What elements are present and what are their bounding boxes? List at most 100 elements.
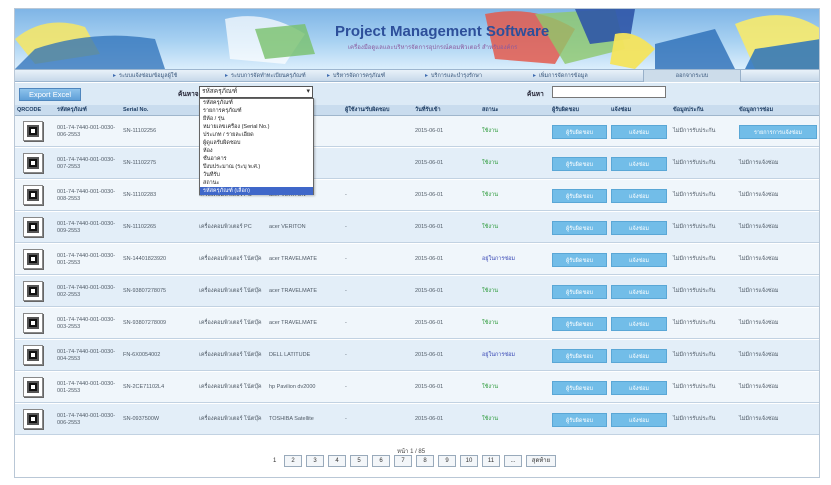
search-by-select[interactable]: รหัสครุภัณฑ์ ▾ (199, 86, 313, 98)
qrcode-icon[interactable] (23, 409, 43, 429)
warranty-info: ไม่มีการรับประกัน (671, 148, 737, 179)
qrcode-icon[interactable] (23, 281, 43, 301)
asset-code: 001-74-7440-001-0030-006-2553 (55, 404, 121, 435)
qrcode-icon[interactable] (23, 153, 43, 173)
repair-request-button[interactable]: แจ้งซ่อม (611, 349, 667, 363)
menu-item-repair-users[interactable]: ▸ ระบบแจ้งซ่อม/ข้อมูลผู้ใช้ (113, 70, 225, 82)
menu-label: บริหารจัดการครุภัณฑ์ (333, 73, 386, 79)
received-date: 2015-06-01 (413, 372, 480, 403)
page-button[interactable]: 10 (460, 455, 478, 467)
received-date-text: 2015-06-01 (415, 352, 444, 358)
asset-type: เครื่องคอมพิวเตอร์ โน้ตบุ๊ค (197, 404, 267, 435)
asset-type-text: เครื่องคอมพิวเตอร์ โน้ตบุ๊ค (199, 288, 262, 294)
serial-number: SN-14401823920 (121, 244, 197, 275)
repair-history-button[interactable]: รายการการแจ้งซ่อม (739, 125, 817, 139)
main-menu: ▸ ระบบแจ้งซ่อม/ข้อมูลผู้ใช้ ▸ ระบบการจัดทำ… (15, 69, 819, 82)
asset-user: - (343, 276, 413, 307)
warranty-info: ไม่มีการรับประกัน (671, 340, 737, 371)
dropdown-option[interactable]: ยี่ห้อ / รุ่น (200, 115, 313, 123)
asset-model: acer TRAVELMATE (267, 244, 343, 275)
dropdown-option[interactable]: รหัสครุภัณฑ์ (200, 99, 313, 107)
repair-request-button[interactable]: แจ้งซ่อม (611, 221, 667, 235)
page-button[interactable]: 4 (328, 455, 346, 467)
qrcode-icon[interactable] (23, 217, 43, 237)
qrcode-icon[interactable] (23, 185, 43, 205)
qrcode-icon[interactable] (23, 249, 43, 269)
table-row: 001-74-7440-001-0030-001-2553 SN-2CE71102… (15, 372, 819, 403)
asset-code-text: 001-74-7440-001-0030-008-2553 (57, 188, 116, 202)
dropdown-option[interactable]: วันที่รับ (200, 171, 313, 179)
page-button[interactable]: 8 (416, 455, 434, 467)
warranty-info: ไม่มีการรับประกัน (671, 404, 737, 435)
header-banner: Project Management Software เครื่องมือดู… (15, 9, 819, 69)
status-text: ใช้งาน (482, 224, 498, 230)
export-excel-button[interactable]: Export Excel (19, 88, 81, 101)
dropdown-option[interactable]: ห้อง (200, 147, 313, 155)
owner-button[interactable]: ผู้รับผิดชอบ (552, 253, 607, 267)
owner-button[interactable]: ผู้รับผิดชอบ (552, 125, 607, 139)
repair-request-button[interactable]: แจ้งซ่อม (611, 157, 667, 171)
menu-item-asset-management[interactable]: ▸ บริหารจัดการครุภัณฑ์ (327, 70, 425, 82)
owner-button[interactable]: ผู้รับผิดชอบ (552, 413, 607, 427)
menu-label: ระบบการจัดทำทะเบียนครุภัณฑ์ (231, 73, 306, 79)
asset-model: hp Pavilion dv2000 (267, 372, 343, 403)
repair-request-button[interactable]: แจ้งซ่อม (611, 189, 667, 203)
repair-request-button[interactable]: แจ้งซ่อม (611, 381, 667, 395)
table-row: 001-74-7440-001-0030-006-2553 SN-0937500W… (15, 404, 819, 435)
repair-request-button[interactable]: แจ้งซ่อม (611, 413, 667, 427)
repair-request-button[interactable]: แจ้งซ่อม (611, 317, 667, 331)
dropdown-option[interactable]: ปีงบประมาณ (ระบุ พ.ศ.) (200, 163, 313, 171)
warranty-info: ไม่มีการรับประกัน (671, 212, 737, 243)
dropdown-option[interactable]: ผู้ดูแลรับผิดชอบ (200, 139, 313, 147)
dropdown-option[interactable]: ประเภท / รายละเอียด (200, 131, 313, 139)
owner-button[interactable]: ผู้รับผิดชอบ (552, 221, 607, 235)
qrcode-icon[interactable] (23, 121, 43, 141)
status-text: อยู่ในการซ่อม (482, 352, 516, 358)
owner-button[interactable]: ผู้รับผิดชอบ (552, 157, 607, 171)
asset-user: - (343, 404, 413, 435)
page-button[interactable]: 2 (284, 455, 302, 467)
page-button[interactable]: 5 (350, 455, 368, 467)
repair-request-button[interactable]: แจ้งซ่อม (611, 125, 667, 139)
page-button[interactable]: ... (504, 455, 522, 467)
dropdown-option[interactable]: รหัสครุภัณฑ์ (เลือก) (200, 187, 313, 195)
page-current: 1 (273, 458, 277, 464)
asset-user: - (343, 180, 413, 211)
search-input[interactable] (552, 86, 666, 98)
page-button[interactable]: 9 (438, 455, 456, 467)
dropdown-option[interactable]: รายการครุภัณฑ์ (200, 107, 313, 115)
owner-button[interactable]: ผู้รับผิดชอบ (552, 189, 607, 203)
page-button[interactable]: 7 (394, 455, 412, 467)
repair-request-button[interactable]: แจ้งซ่อม (611, 253, 667, 267)
asset-type: เครื่องคอมพิวเตอร์ PC (197, 212, 267, 243)
qrcode-icon[interactable] (23, 377, 43, 397)
menu-item-logout[interactable]: ออกจากระบบ (643, 70, 741, 82)
asset-code: 001-74-7440-001-0030-007-2553 (55, 148, 121, 179)
last-page-button[interactable]: สุดท้าย (526, 455, 556, 467)
qrcode-icon[interactable] (23, 313, 43, 333)
serial-number: FN-6X0054002 (121, 340, 197, 371)
table-row: 001-74-7440-001-0030-001-2553 SN-14401823… (15, 244, 819, 275)
received-date: 2015-06-01 (413, 148, 480, 179)
owner-button[interactable]: ผู้รับผิดชอบ (552, 317, 607, 331)
page-button[interactable]: 11 (482, 455, 500, 467)
repair-info: ไม่มีการแจ้งซ่อม (737, 276, 819, 307)
owner-button[interactable]: ผู้รับผิดชอบ (552, 349, 607, 363)
asset-code: 001-74-7440-001-0030-009-2553 (55, 212, 121, 243)
asset-code-text: 001-74-7440-001-0030-003-2553 (57, 316, 116, 330)
page-button[interactable]: 6 (372, 455, 390, 467)
repair-request-button[interactable]: แจ้งซ่อม (611, 285, 667, 299)
menu-item-maintenance[interactable]: ▸ บริการและบำรุงรักษา (425, 70, 525, 82)
search-toolbar: Export Excel ค้นหาจาก รหัสครุภัณฑ์ ▾ ค้น… (15, 83, 819, 105)
dropdown-option[interactable]: หมายเลขเครื่อง (Serial No.) (200, 123, 313, 131)
owner-button[interactable]: ผู้รับผิดชอบ (552, 381, 607, 395)
menu-item-registration[interactable]: ▸ ระบบการจัดทำทะเบียนครุภัณฑ์ (225, 70, 327, 82)
column-header: Serial No. (123, 107, 149, 113)
owner-button[interactable]: ผู้รับผิดชอบ (552, 285, 607, 299)
dropdown-option[interactable]: ชั้นอาคาร (200, 155, 313, 163)
qrcode-icon[interactable] (23, 345, 43, 365)
asset-user-text: - (345, 224, 347, 230)
menu-item-data-settings[interactable]: ▸ เพิ่มการจัดการข้อมูล (533, 70, 643, 82)
page-button[interactable]: 3 (306, 455, 324, 467)
dropdown-option[interactable]: สถานะ (200, 179, 313, 187)
